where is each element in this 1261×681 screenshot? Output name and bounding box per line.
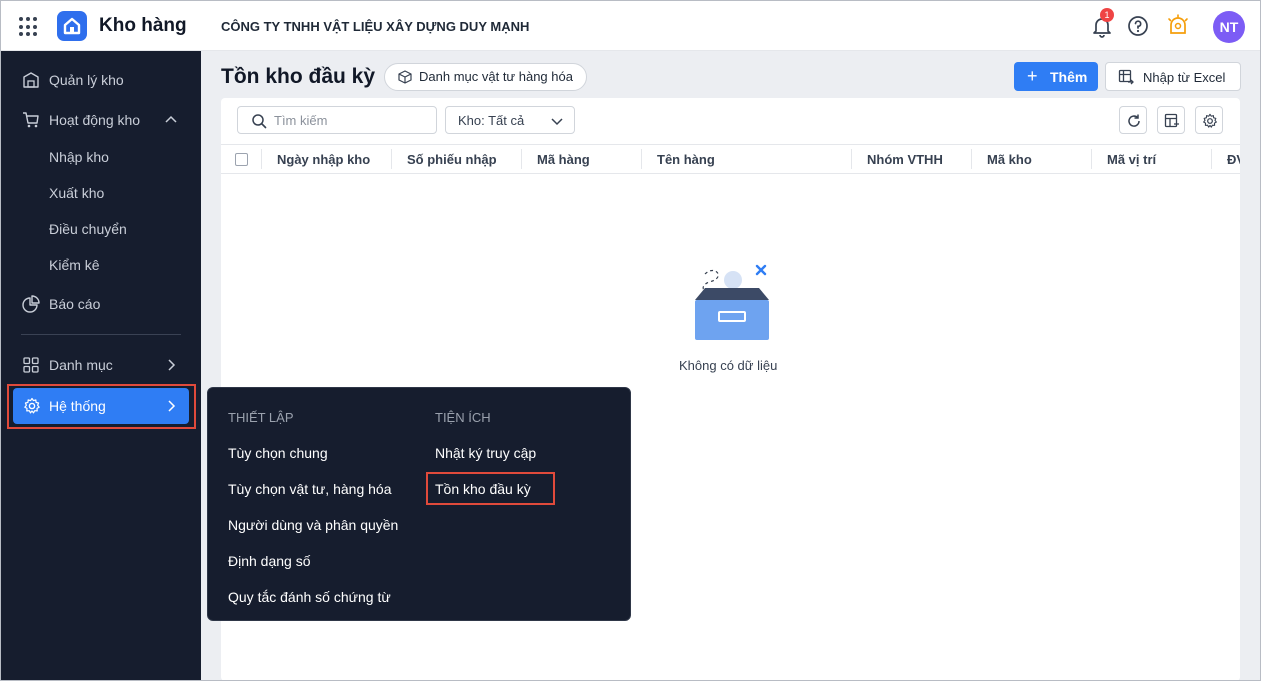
category-button-label: Danh mục vật tư hàng hóa	[419, 69, 573, 84]
search-icon	[252, 114, 267, 129]
cart-icon	[23, 112, 39, 128]
sidebar-subitem-dieu-chuyen[interactable]: Điều chuyển	[49, 221, 127, 237]
column-header[interactable]: Ngày nhập kho	[277, 152, 370, 167]
columns-icon	[1164, 113, 1179, 128]
sidebar-subitem-kiem-ke[interactable]: Kiểm kê	[49, 257, 100, 273]
app-name: Kho hàng	[99, 15, 187, 36]
refresh-icon	[1128, 114, 1140, 127]
apps-grid-icon[interactable]	[19, 17, 39, 37]
warehouse-filter-value: Kho: Tất cả	[458, 113, 525, 128]
column-header[interactable]: Mã kho	[987, 152, 1032, 167]
menu-item-material-options[interactable]: Tùy chọn vật tư, hàng hóa	[228, 481, 391, 497]
idea-icon[interactable]	[1165, 13, 1191, 39]
warehouse-icon	[23, 72, 39, 88]
chevron-right-icon	[168, 359, 176, 371]
menu-item-general-options[interactable]: Tùy chọn chung	[228, 445, 328, 461]
highlight-box-sidebar	[7, 384, 196, 429]
refresh-button[interactable]	[1119, 106, 1147, 134]
search-input[interactable]	[274, 111, 429, 129]
page-title: Tồn kho đầu kỳ	[221, 65, 376, 88]
pie-chart-icon	[22, 295, 40, 313]
app-window: Kho hàng CÔNG TY TNHH VẬT LIỆU XÂY DỰNG …	[0, 0, 1261, 681]
plus-icon: +	[1027, 66, 1038, 86]
settings-button[interactable]	[1195, 106, 1223, 134]
sidebar-divider	[21, 334, 181, 335]
add-button[interactable]: + Thêm	[1014, 62, 1098, 91]
box-icon	[398, 70, 412, 84]
column-header[interactable]: Số phiếu nhập	[407, 152, 497, 167]
chevron-down-icon	[551, 118, 563, 126]
sidebar-item-bao-cao[interactable]: Báo cáo	[1, 286, 201, 322]
grid-icon	[23, 357, 39, 373]
table-header: Ngày nhập kho Số phiếu nhập Mã hàng Tên …	[221, 144, 1240, 174]
import-excel-button[interactable]: Nhập từ Excel	[1105, 62, 1241, 91]
column-header[interactable]: Mã hàng	[537, 152, 590, 167]
empty-state-text: Không có dữ liệu	[679, 358, 778, 373]
sidebar-item-hoat-dong-kho[interactable]: Hoạt động kho	[1, 102, 201, 138]
sidebar-item-danh-muc[interactable]: Danh mục	[1, 347, 201, 383]
highlight-box-menu-item	[426, 472, 555, 505]
sidebar-item-label: Danh mục	[49, 357, 113, 373]
sidebar-item-label: Quản lý kho	[49, 72, 124, 88]
top-bar: Kho hàng CÔNG TY TNHH VẬT LIỆU XÂY DỰNG …	[1, 1, 1260, 51]
gear-icon	[1203, 113, 1217, 128]
column-header[interactable]: Mã vị trí	[1107, 152, 1156, 167]
sidebar: Quản lý kho Hoạt động kho Nhập kho Xuất …	[1, 51, 201, 680]
warehouse-filter-select[interactable]: Kho: Tất cả	[445, 106, 575, 134]
avatar[interactable]: NT	[1213, 11, 1245, 43]
column-header[interactable]: Tên hàng	[657, 152, 715, 167]
sidebar-item-label: Hoạt động kho	[49, 112, 141, 128]
menu-item-users-permissions[interactable]: Người dùng và phân quyền	[228, 517, 398, 533]
search-box[interactable]	[237, 106, 437, 134]
column-header[interactable]: Nhóm VTHH	[867, 152, 943, 167]
import-excel-label: Nhập từ Excel	[1143, 70, 1226, 85]
menu-section-title-setup: THIẾT LẬP	[228, 410, 294, 425]
menu-item-document-numbering[interactable]: Quy tắc đánh số chứng từ	[228, 589, 391, 605]
select-all-checkbox[interactable]	[235, 153, 248, 166]
empty-box-icon	[695, 264, 769, 340]
menu-section-title-utilities: TIỆN ÍCH	[435, 410, 491, 425]
notification-badge: 1	[1100, 8, 1114, 22]
add-button-label: Thêm	[1050, 69, 1088, 85]
menu-item-access-log[interactable]: Nhật ký truy cập	[435, 445, 536, 461]
company-name: CÔNG TY TNHH VẬT LIỆU XÂY DỰNG DUY MẠNH	[221, 19, 530, 34]
sidebar-subitem-xuat-kho[interactable]: Xuất kho	[49, 185, 104, 201]
chevron-up-icon	[165, 115, 177, 123]
sidebar-item-label: Báo cáo	[49, 296, 101, 312]
menu-item-number-format[interactable]: Định dạng số	[228, 553, 311, 569]
table-import-icon	[1118, 69, 1134, 85]
column-header[interactable]: ĐV	[1227, 152, 1240, 167]
system-submenu: THIẾT LẬP Tùy chọn chung Tùy chọn vật tư…	[207, 387, 631, 621]
sidebar-subitem-nhap-kho[interactable]: Nhập kho	[49, 149, 109, 165]
category-button[interactable]: Danh mục vật tư hàng hóa	[384, 63, 587, 91]
logo-icon	[57, 11, 87, 41]
columns-button[interactable]	[1157, 106, 1185, 134]
help-icon[interactable]	[1125, 13, 1151, 39]
sidebar-item-quan-ly-kho[interactable]: Quản lý kho	[1, 62, 201, 98]
